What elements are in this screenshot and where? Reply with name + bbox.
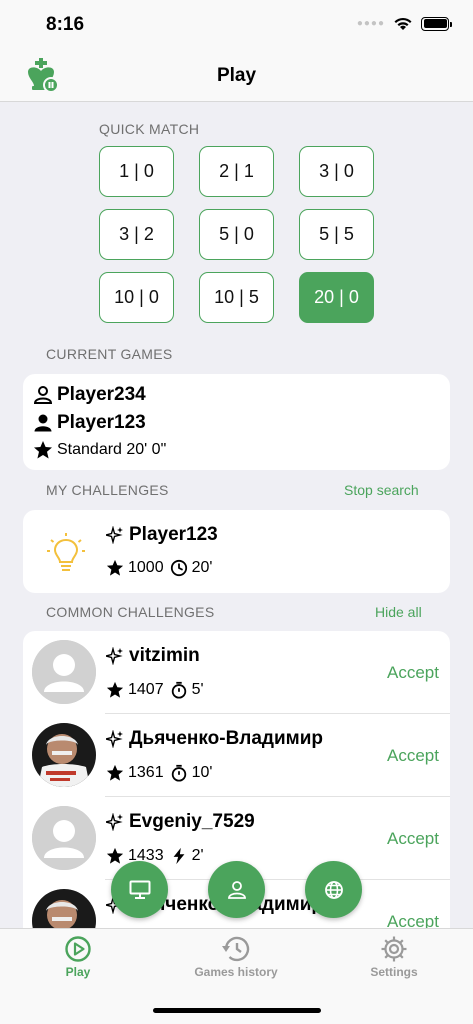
challenger-name: Evgeniy_7529 xyxy=(129,811,255,832)
opponent-name: Player234 xyxy=(57,384,146,405)
challenge-time: 20' xyxy=(191,559,213,576)
lightbulb-icon xyxy=(47,533,85,571)
game-mode: Standard 20' 0" xyxy=(57,441,167,458)
quick-match-button[interactable]: 5 | 5 xyxy=(299,209,374,260)
list-item[interactable]: Дьяченко-Владимир 1361 10' Accept xyxy=(23,714,450,797)
person-outline-icon xyxy=(33,386,53,404)
star-icon xyxy=(106,681,124,698)
tab-label: Settings xyxy=(370,965,418,979)
quick-match-button[interactable]: 3 | 2 xyxy=(99,209,174,260)
star-icon xyxy=(106,847,124,864)
signal-icon: ●●●● xyxy=(356,18,385,29)
tab-settings[interactable]: Settings xyxy=(334,935,454,979)
nav-bar: Play xyxy=(0,50,473,102)
tab-games-history[interactable]: Games history xyxy=(176,935,296,979)
hide-all-button[interactable]: Hide all xyxy=(375,604,422,620)
accept-button[interactable]: Accept xyxy=(387,746,439,766)
sparkle-icon xyxy=(106,813,123,831)
avatar xyxy=(32,723,96,787)
monitor-icon xyxy=(129,880,150,899)
list-item[interactable]: vitzimin 1407 5' Accept xyxy=(23,631,450,714)
challenge-player-name: Player123 xyxy=(129,524,218,545)
current-game-card[interactable]: Player234 Player123 Standard 20' 0" xyxy=(23,374,450,470)
sparkle-icon xyxy=(106,526,123,544)
globe-icon xyxy=(324,880,343,899)
quick-match-button-selected[interactable]: 20 | 0 xyxy=(299,272,374,323)
stopwatch-icon xyxy=(171,764,186,782)
quick-match-label: QUICK MATCH xyxy=(99,121,200,137)
home-indicator xyxy=(153,1008,321,1013)
sparkle-icon xyxy=(106,730,123,748)
quick-match-button[interactable]: 10 | 5 xyxy=(199,272,274,323)
user-photo-icon xyxy=(32,723,96,787)
star-icon xyxy=(34,441,52,459)
person-icon xyxy=(227,880,246,899)
history-icon xyxy=(222,936,250,962)
accept-button[interactable]: Accept xyxy=(387,829,439,849)
avatar xyxy=(32,640,96,704)
play-computer-button[interactable] xyxy=(111,861,168,918)
default-avatar-icon xyxy=(32,806,96,870)
quick-match-button[interactable]: 10 | 0 xyxy=(99,272,174,323)
status-time: 8:16 xyxy=(46,14,85,35)
challenger-time: 5' xyxy=(191,681,204,698)
quick-match-button[interactable]: 5 | 0 xyxy=(199,209,274,260)
default-avatar-icon xyxy=(32,640,96,704)
status-icons: ●●●● xyxy=(356,16,452,31)
battery-icon xyxy=(421,16,452,31)
player-name: Player123 xyxy=(57,412,146,433)
page-title: Play xyxy=(216,65,257,86)
my-challenge-card: Player123 1000 20' xyxy=(23,510,450,593)
gear-icon xyxy=(381,936,407,962)
person-filled-icon xyxy=(34,414,52,432)
challenger-name: vitzimin xyxy=(129,645,200,666)
avatar xyxy=(32,806,96,870)
challenger-name: Дьяченко-Владимир xyxy=(129,728,324,749)
stopwatch-icon xyxy=(171,681,186,699)
tab-play[interactable]: Play xyxy=(18,935,138,979)
challenger-rating: 1361 xyxy=(128,764,164,781)
current-games-label: CURRENT GAMES xyxy=(46,346,173,362)
star-icon xyxy=(106,764,124,781)
play-friend-button[interactable] xyxy=(208,861,265,918)
challenger-time: 10' xyxy=(191,764,213,781)
status-bar: 8:16 ●●●● xyxy=(0,0,473,50)
tab-label: Play xyxy=(65,965,91,979)
sparkle-icon xyxy=(106,647,123,665)
play-online-button[interactable] xyxy=(305,861,362,918)
common-challenges-label: COMMON CHALLENGES xyxy=(46,604,215,620)
tab-label: Games history xyxy=(194,965,278,979)
stop-search-button[interactable]: Stop search xyxy=(344,482,419,498)
quick-match-button[interactable]: 2 | 1 xyxy=(199,146,274,197)
my-challenges-label: MY CHALLENGES xyxy=(46,482,169,498)
challenger-time: 2' xyxy=(191,847,204,864)
quick-match-button[interactable]: 3 | 0 xyxy=(299,146,374,197)
challenge-rating: 1000 xyxy=(128,559,164,576)
play-circle-icon xyxy=(65,936,91,962)
quick-match-button[interactable]: 1 | 0 xyxy=(99,146,174,197)
wifi-icon xyxy=(394,17,412,30)
lightning-icon xyxy=(173,847,184,865)
clock-icon xyxy=(170,559,187,577)
star-icon xyxy=(106,559,124,576)
accept-button[interactable]: Accept xyxy=(387,663,439,683)
challenger-rating: 1407 xyxy=(128,681,164,698)
